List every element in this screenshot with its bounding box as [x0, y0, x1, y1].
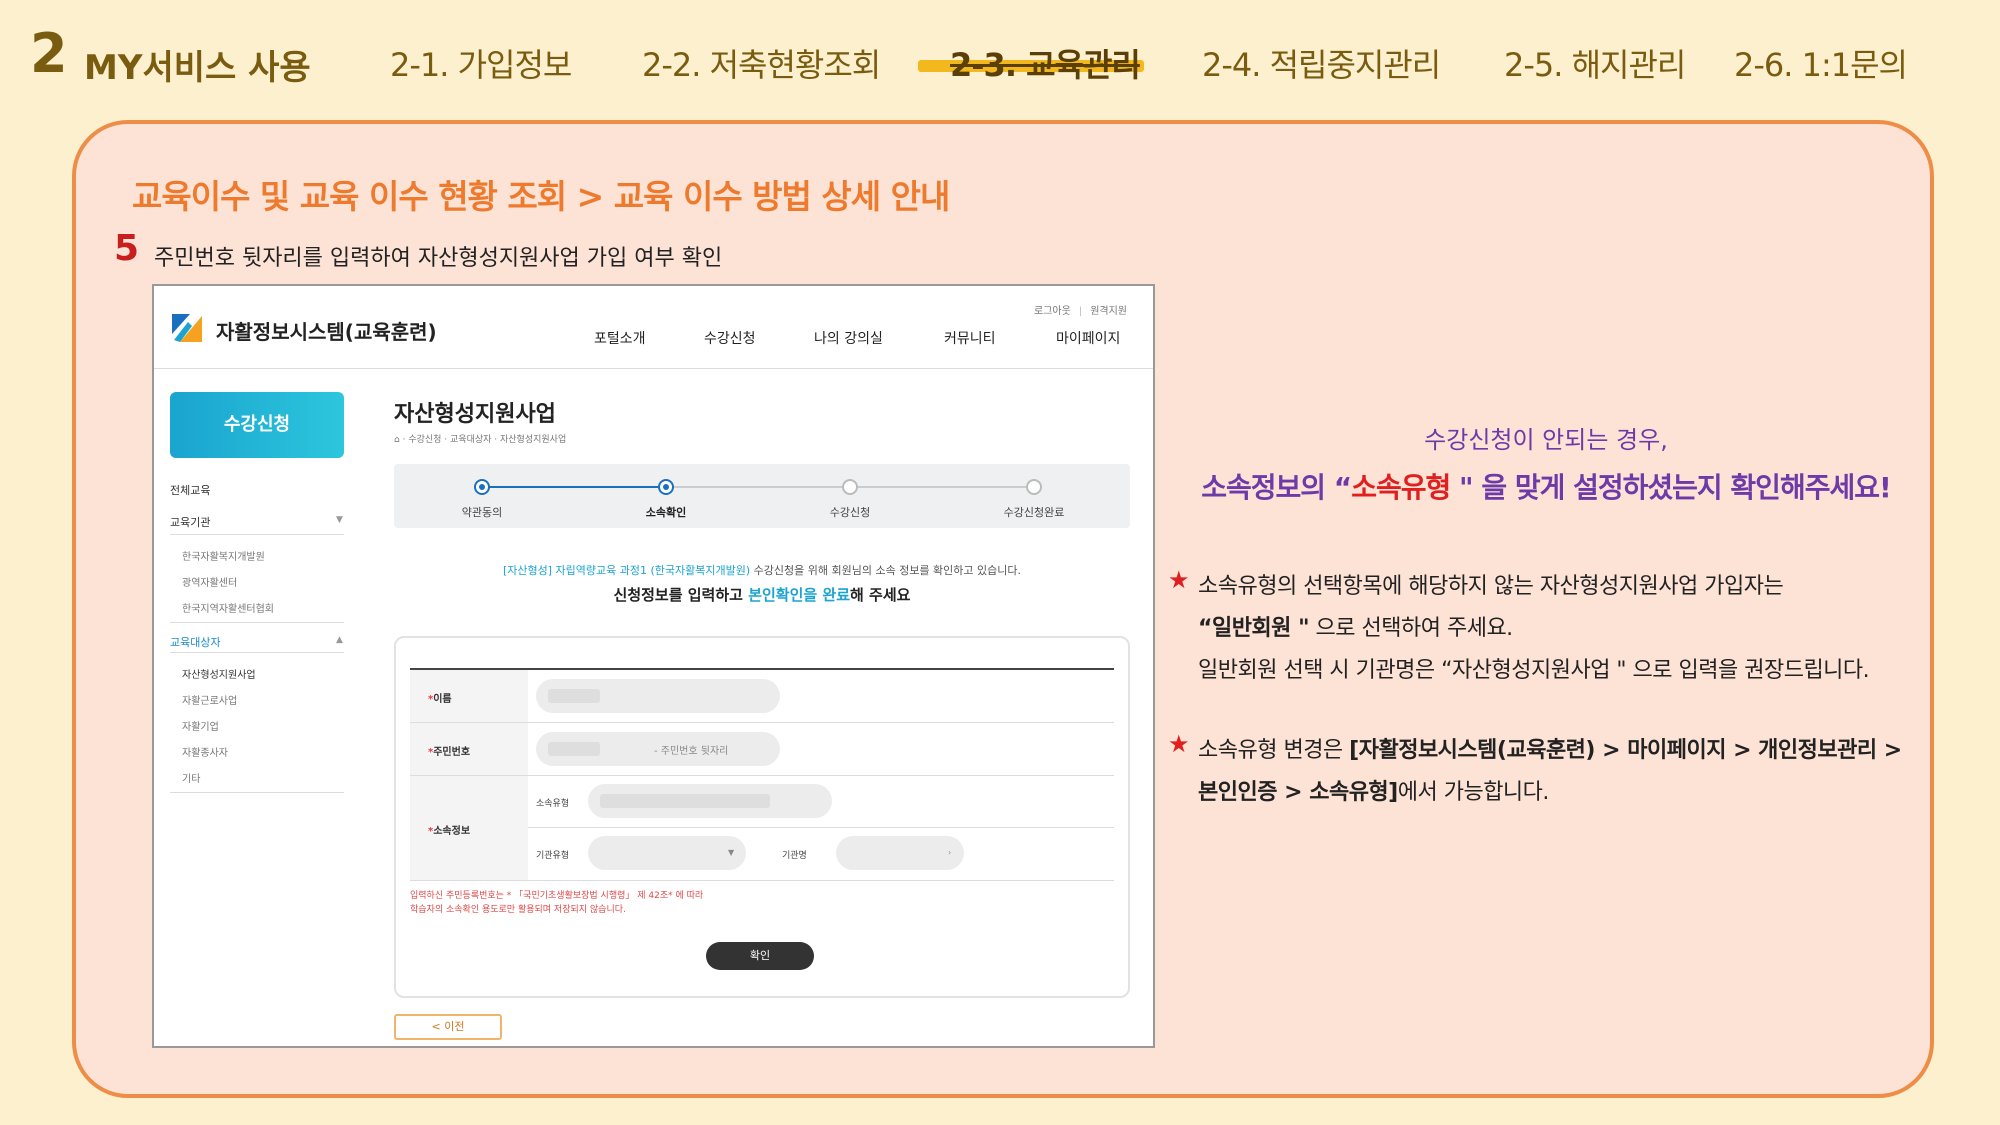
- sidebar-sub-other[interactable]: 기타: [182, 770, 200, 785]
- sidebar-sub-kdsc[interactable]: 한국자활복지개발원: [182, 548, 265, 563]
- step-number: 5: [114, 228, 140, 269]
- sidebar-sub-staff[interactable]: 자활종사자: [182, 744, 228, 759]
- site-nav-community[interactable]: 커뮤니티: [944, 328, 996, 348]
- top-nav: 2 MY서비스 사용 2-1. 가입정보 2-2. 저축현황조회 2-3. 교육…: [0, 0, 2000, 115]
- site-screenshot: 자활정보시스템(교육훈련) 로그아웃 | 원격지원 포털소개 수강신청 나의 강의실…: [152, 284, 1155, 1048]
- sidebar-item-targets[interactable]: 교육대상자: [170, 634, 221, 650]
- site-name: 자활정보시스템(교육훈련): [216, 320, 437, 344]
- org-name-field[interactable]: ›: [836, 836, 964, 870]
- step-dot-complete: [1026, 479, 1042, 495]
- name-label: *이름: [428, 694, 452, 705]
- step-label: 약관동의: [461, 506, 503, 519]
- step-description: 주민번호 뒷자리를 입력하여 자산형성지원사업 가입 여부 확인: [154, 246, 723, 271]
- confirm-button[interactable]: 확인: [706, 942, 814, 970]
- sidebar-enroll-button[interactable]: 수강신청: [170, 392, 344, 458]
- name-field[interactable]: [536, 679, 780, 713]
- tab-education-management[interactable]: 2-3. 교육관리: [950, 40, 1141, 86]
- step-label: 수강신청: [829, 506, 871, 519]
- explanation-heading: 수강신청이 안되는 경우,: [1424, 426, 1668, 454]
- org-type-label: 기관유형: [536, 851, 570, 861]
- step-dot-enroll: [842, 479, 858, 495]
- site-logo-icon: [170, 312, 204, 344]
- step-label: 소속확인: [645, 506, 687, 519]
- star-icon: ★: [1168, 730, 1190, 758]
- bullet2-line2: 본인인증 > 소속유형]에서 가능합니다.: [1198, 780, 1549, 805]
- affiliation-form: *이름 *주민번호 - 주민번호 뒷자리 *소속정보 소속유형 기관유형 ▼ 기…: [394, 636, 1130, 998]
- chevron-down-icon: ▼: [336, 515, 343, 525]
- bullet2-line1: 소속유형 변경은 [자활정보시스템(교육훈련) > 마이페이지 > 개인정보관리…: [1198, 738, 1902, 763]
- org-name-label: 기관명: [782, 851, 807, 861]
- instruction-notice: 신청정보를 입력하고 본인확인을 완료해 주세요: [613, 586, 911, 604]
- step-dot-affiliation: [658, 479, 674, 495]
- site-nav-portal[interactable]: 포털소개: [594, 328, 646, 348]
- row-divider: [410, 880, 1114, 881]
- panel-heading: 교육이수 및 교육 이수 현황 조회 > 교육 이수 방법 상세 안내: [132, 177, 950, 216]
- logout-link[interactable]: 로그아웃: [1034, 306, 1071, 317]
- tab-deposit-suspension[interactable]: 2-4. 적립중지관리: [1202, 40, 1441, 86]
- section-number: 2: [30, 22, 68, 85]
- guide-panel: 교육이수 및 교육 이수 현황 조회 > 교육 이수 방법 상세 안내 5 주민…: [72, 120, 1934, 1098]
- affiliation-notice: [자산형성] 자립역량교육 과정1 (한국자활복지개발원) 수강신청을 위해 회…: [502, 564, 1022, 577]
- site-nav-mypage[interactable]: 마이페이지: [1056, 328, 1120, 348]
- site-header-divider: [154, 368, 1153, 369]
- sidebar-item-institutions[interactable]: 교육기관: [170, 514, 210, 530]
- row-divider: [410, 775, 1114, 776]
- step-progress: 약관동의 소속확인 수강신청 수강신청완료: [394, 464, 1130, 528]
- utility-links: 로그아웃 | 원격지원: [1034, 306, 1127, 317]
- chevron-down-icon: ▼: [728, 848, 735, 857]
- sidebar-sub-local-association[interactable]: 한국지역자활센터협회: [182, 600, 274, 615]
- chevron-up-icon: ▲: [336, 635, 343, 645]
- remote-support-link[interactable]: 원격지원: [1090, 306, 1127, 317]
- tab-inquiry[interactable]: 2-6. 1:1문의: [1734, 40, 1908, 86]
- sidebar-sub-enterprise[interactable]: 자활기업: [182, 718, 219, 733]
- sidebar-divider: [170, 652, 344, 653]
- row-divider: [410, 722, 1114, 723]
- org-type-select[interactable]: ▼: [588, 836, 746, 870]
- breadcrumb: ⌂ · 수강신청 · 교육대상자 · 자산형성지원사업: [394, 435, 567, 445]
- prev-button[interactable]: < 이전: [394, 1014, 502, 1040]
- sidebar-divider: [170, 622, 344, 623]
- bullet1-line2: “일반회원 " 으로 선택하여 주세요.: [1198, 616, 1513, 641]
- step-label: 수강신청완료: [1003, 506, 1065, 519]
- sidebar-divider: [170, 792, 344, 793]
- step-track-fill: [482, 486, 666, 488]
- sidebar-sub-asset-building[interactable]: 자산형성지원사업: [182, 666, 256, 681]
- tab-termination[interactable]: 2-5. 해지관리: [1504, 40, 1686, 86]
- step-dot-agree: [474, 479, 490, 495]
- bullet1-line1: 소속유형의 선택항목에 해당하지 않는 자산형성지원사업 가입자는: [1198, 574, 1784, 599]
- bullet1-line3: 일반회원 선택 시 기관명은 “자산형성지원사업 " 으로 입력을 권장드립니다…: [1198, 658, 1870, 683]
- chevron-right-icon: ›: [948, 848, 952, 857]
- sidebar-divider: [170, 534, 344, 535]
- star-icon: ★: [1168, 566, 1190, 594]
- section-title: MY서비스 사용: [84, 48, 311, 88]
- tab-savings-status[interactable]: 2-2. 저축현황조회: [642, 40, 881, 86]
- rrn-placeholder: - 주민번호 뒷자리: [654, 746, 729, 757]
- content-title: 자산형성지원사업: [394, 402, 556, 427]
- sidebar-sub-work-program[interactable]: 자활근로사업: [182, 692, 237, 707]
- row-divider: [528, 827, 1114, 828]
- affiliation-type-label: 소속유형: [536, 799, 570, 809]
- home-icon[interactable]: ⌂: [394, 435, 400, 445]
- site-nav-enroll[interactable]: 수강신청: [704, 328, 756, 348]
- tab-membership-info[interactable]: 2-1. 가입정보: [390, 40, 572, 86]
- privacy-notice-line2: 학습자의 소속확인 용도로만 활용되며 저장되지 않습니다.: [410, 905, 626, 915]
- sidebar-sub-regional-center[interactable]: 광역자활센터: [182, 574, 237, 589]
- masked-value: [548, 742, 600, 756]
- masked-value: [600, 794, 770, 808]
- affiliation-label: *소속정보: [428, 826, 471, 837]
- masked-value: [548, 689, 600, 703]
- privacy-notice-line1: 입력하신 주민등록번호는 * 「국민기초생활보장법 시행령」 제 42조* 에 …: [410, 891, 704, 901]
- explanation-emphasis: 소속정보의 “소속유형 " 을 맞게 설정하셨는지 확인해주세요!: [1201, 471, 1891, 504]
- rrn-label: *주민번호: [428, 747, 471, 758]
- site-nav-my-classroom[interactable]: 나의 강의실: [814, 328, 883, 348]
- affiliation-type-select[interactable]: [588, 784, 832, 818]
- sidebar-item-all-education[interactable]: 전체교육: [170, 482, 210, 498]
- rrn-field[interactable]: - 주민번호 뒷자리: [536, 732, 780, 766]
